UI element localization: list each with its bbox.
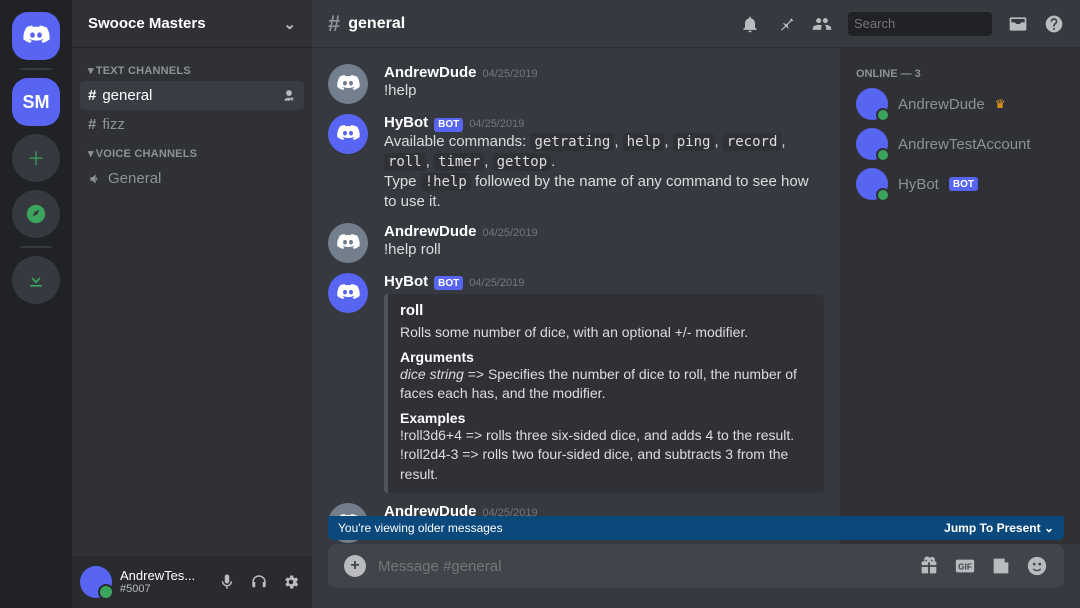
- invite-icon[interactable]: [282, 89, 296, 103]
- member-list: Online — 3 AndrewDude ♛ AndrewTestAccount…: [840, 48, 1080, 544]
- timestamp: 04/25/2019: [483, 68, 538, 80]
- avatar[interactable]: [328, 64, 368, 104]
- message: HyBot BOT 04/25/2019 rollRolls some number …: [328, 265, 824, 495]
- gif-icon[interactable]: GIF: [954, 555, 976, 577]
- hash-icon: #: [88, 116, 96, 133]
- message: HyBot BOT 04/25/2019 Available commands: ge…: [328, 106, 824, 215]
- message: AndrewDude 04/25/2019!help: [328, 56, 824, 106]
- inbox-icon[interactable]: [1008, 14, 1028, 34]
- avatar[interactable]: [328, 114, 368, 154]
- channel-list: ▾Text Channels # general # fizz ▾Voice C…: [72, 48, 312, 556]
- timestamp: 04/25/2019: [469, 118, 524, 130]
- member-avatar: [856, 168, 888, 200]
- member-item[interactable]: AndrewTestAccount: [848, 124, 1072, 164]
- notifications-icon[interactable]: [740, 14, 760, 34]
- pinned-icon[interactable]: [776, 14, 796, 34]
- emoji-icon[interactable]: [1026, 555, 1048, 577]
- gift-icon[interactable]: [918, 555, 940, 577]
- server-name: Swooce Masters: [88, 15, 206, 32]
- message-input-container: + GIF: [328, 544, 1064, 588]
- channel-label: fizz: [102, 116, 125, 133]
- home-button[interactable]: [12, 12, 60, 60]
- self-tag: #5007: [120, 583, 206, 595]
- server-rail: SM ＋: [0, 0, 72, 608]
- server-header[interactable]: Swooce Masters ⌄: [72, 0, 312, 48]
- channel-label: General: [108, 170, 161, 187]
- avatar[interactable]: [328, 273, 368, 313]
- category-text[interactable]: ▾Text Channels: [80, 56, 304, 81]
- category-voice[interactable]: ▾Voice Channels: [80, 139, 304, 164]
- bot-tag: BOT: [434, 118, 463, 132]
- deafen-icon[interactable]: [246, 569, 272, 595]
- hash-icon: #: [328, 11, 340, 37]
- older-messages-bar[interactable]: You're viewing older messages Jump To Pr…: [328, 516, 1064, 540]
- svg-text:GIF: GIF: [958, 563, 972, 572]
- self-username: AndrewTes...: [120, 569, 206, 583]
- channel-label: general: [102, 87, 152, 104]
- search-input[interactable]: [854, 16, 1030, 31]
- timestamp: 04/25/2019: [483, 227, 538, 239]
- member-avatar: [856, 128, 888, 160]
- channel-header: # general: [312, 0, 1080, 48]
- mute-icon[interactable]: [214, 569, 240, 595]
- self-avatar[interactable]: [80, 566, 112, 598]
- member-category: Online — 3: [848, 64, 1072, 84]
- search-box[interactable]: [848, 12, 992, 36]
- member-name: AndrewDude: [898, 96, 985, 113]
- speaker-icon: [88, 172, 102, 186]
- server-divider: [20, 246, 52, 248]
- author-name[interactable]: AndrewDude: [384, 64, 477, 81]
- message: AndrewDude 04/25/2019!help roll: [328, 215, 824, 265]
- input-area: You're viewing older messages Jump To Pr…: [312, 544, 1080, 608]
- older-text: You're viewing older messages: [338, 521, 503, 535]
- member-avatar: [856, 88, 888, 120]
- avatar[interactable]: [328, 223, 368, 263]
- message-text: Type !help followed by the name of any c…: [384, 172, 824, 213]
- timestamp: 04/25/2019: [469, 277, 524, 289]
- author-name[interactable]: HyBot: [384, 273, 428, 290]
- message-text: !help: [384, 81, 824, 101]
- server-button-swooce[interactable]: SM: [12, 78, 60, 126]
- bot-tag: BOT: [949, 177, 978, 191]
- add-server-button[interactable]: ＋: [12, 134, 60, 182]
- download-apps-button[interactable]: [12, 256, 60, 304]
- chevron-down-icon: ⌄: [283, 15, 296, 33]
- user-footer: AndrewTes... #5007: [72, 556, 312, 608]
- channel-item-fizz[interactable]: # fizz: [80, 110, 304, 139]
- author-name[interactable]: AndrewDude: [384, 223, 477, 240]
- help-icon[interactable]: [1044, 14, 1064, 34]
- message-input[interactable]: [378, 558, 906, 575]
- sticker-icon[interactable]: [990, 555, 1012, 577]
- message-text: Available commands: getrating, help, pin…: [384, 132, 824, 173]
- channel-sidebar: Swooce Masters ⌄ ▾Text Channels # genera…: [72, 0, 312, 608]
- crown-icon: ♛: [995, 97, 1006, 111]
- channel-title: general: [348, 15, 405, 33]
- settings-icon[interactable]: [278, 569, 304, 595]
- message-list[interactable]: AndrewDude04/25/2019!helpHyBotBOT04/25/2…: [312, 48, 840, 544]
- hash-icon: #: [88, 87, 96, 104]
- server-divider: [20, 68, 52, 70]
- embed-title: roll: [400, 302, 812, 319]
- main-column: # general AndrewDude04/25/2019!helpHyBot…: [312, 0, 1080, 608]
- attach-button[interactable]: +: [344, 555, 366, 577]
- member-name: HyBot: [898, 176, 939, 193]
- author-name[interactable]: HyBot: [384, 114, 428, 131]
- member-item[interactable]: HyBot BOT: [848, 164, 1072, 204]
- bot-tag: BOT: [434, 276, 463, 290]
- jump-to-present[interactable]: Jump To Present ⌄: [944, 521, 1054, 535]
- message-text: !help roll: [384, 240, 824, 260]
- channel-item-general[interactable]: # general: [80, 81, 304, 110]
- member-item[interactable]: AndrewDude ♛: [848, 84, 1072, 124]
- member-name: AndrewTestAccount: [898, 136, 1031, 153]
- embed: rollRolls some number of dice, with an o…: [384, 294, 824, 493]
- explore-servers-button[interactable]: [12, 190, 60, 238]
- channel-item-voice-general[interactable]: General: [80, 164, 304, 193]
- members-icon[interactable]: [812, 14, 832, 34]
